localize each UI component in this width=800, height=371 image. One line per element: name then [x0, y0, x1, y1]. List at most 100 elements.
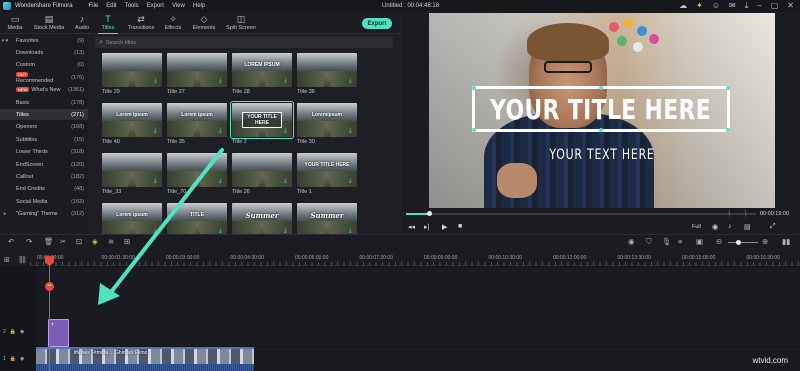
menu-edit[interactable]: Edit: [106, 3, 116, 9]
resize-handle[interactable]: [472, 128, 476, 132]
title-thumbnail[interactable]: Loremipsum ⤓: [297, 103, 357, 137]
lightbulb-icon[interactable]: ✦: [696, 1, 703, 11]
menu-help[interactable]: Help: [193, 3, 205, 9]
play-icon[interactable]: ▶: [442, 223, 447, 231]
prev-frame-icon[interactable]: ◂◂: [408, 223, 415, 231]
sidebar-category[interactable]: Subtitles (15): [0, 134, 88, 145]
export-button[interactable]: Export: [362, 18, 392, 29]
pause-icon[interactable]: ▮▮: [782, 237, 790, 246]
crop-icon[interactable]: ⊡: [76, 237, 82, 246]
close-icon[interactable]: ✕: [787, 1, 794, 11]
tab-audio[interactable]: ♪ Audio: [72, 14, 92, 31]
title-clip[interactable]: T: [48, 319, 69, 347]
title-thumbnail[interactable]: Lorem ipsum ⤓: [102, 203, 162, 237]
tab-split-screen[interactable]: ◫ Split Screen: [224, 14, 258, 31]
stop-icon[interactable]: ■: [458, 223, 462, 230]
title-thumbnail[interactable]: ⤓: [102, 153, 162, 187]
sidebar-category[interactable]: Custom (0): [0, 60, 88, 71]
redo-icon[interactable]: ↷: [26, 237, 32, 246]
title-thumbnail[interactable]: Summer ⤓: [297, 203, 357, 237]
volume-icon[interactable]: ♪: [728, 223, 732, 230]
title-thumbnail[interactable]: TITLE ⤓: [167, 203, 227, 237]
download-icon[interactable]: ⤓: [284, 228, 289, 234]
snapshot-icon[interactable]: ◉: [712, 223, 718, 231]
menu-export[interactable]: Export: [147, 3, 164, 9]
download-icon[interactable]: ⤓: [154, 78, 159, 84]
title-thumbnail[interactable]: YOUR TITLE HERE ⤓: [297, 153, 357, 187]
download-icon[interactable]: ⤓: [219, 78, 224, 84]
title-thumbnail[interactable]: ⤓: [102, 53, 162, 87]
download-icon[interactable]: ⤓: [284, 128, 289, 134]
sidebar-category[interactable]: NEW What's New (1361): [0, 85, 88, 96]
menu-file[interactable]: File: [89, 3, 99, 9]
zoom-in-icon[interactable]: ⊕: [762, 237, 768, 246]
sidebar-category[interactable]: Basic (178): [0, 97, 88, 108]
tab-stock-media[interactable]: ▤ Stock Media: [30, 14, 68, 31]
title-track-lane[interactable]: [36, 319, 800, 346]
title-thumbnail[interactable]: YOUR TITLE HERE ⤓: [230, 101, 294, 139]
download-icon[interactable]: ⤓: [154, 128, 159, 134]
download-icon[interactable]: ⤓: [349, 78, 354, 84]
download-icon[interactable]: ⤓: [284, 178, 289, 184]
maximize-icon[interactable]: ▢: [771, 1, 779, 11]
download-icon[interactable]: ⤓: [154, 228, 159, 234]
sidebar-category[interactable]: Social Media (162): [0, 196, 88, 207]
title-thumbnail[interactable]: LOREM IPSUM ⤓: [232, 53, 292, 87]
download-icon[interactable]: ⤓: [219, 228, 224, 234]
sidebar-category[interactable]: End Credits (48): [0, 184, 88, 195]
color-icon[interactable]: ◈: [92, 237, 98, 246]
quality-select[interactable]: Full: [692, 224, 701, 230]
download-icon[interactable]: ⤓: [154, 178, 159, 184]
preview-scrubber[interactable]: [406, 211, 756, 216]
title-thumbnail[interactable]: ⤓: [167, 153, 227, 187]
resize-handle[interactable]: [599, 128, 603, 132]
message-icon[interactable]: ✉: [729, 1, 736, 11]
resize-handle[interactable]: [472, 86, 476, 90]
cut-icon[interactable]: ✂: [60, 237, 66, 246]
eye-icon[interactable]: ◉: [20, 329, 24, 335]
tab-titles[interactable]: T Titles: [98, 14, 118, 34]
title-thumbnail[interactable]: Summer ⤓: [232, 203, 292, 237]
sidebar-category[interactable]: ▸ "Gaming" Theme (312): [0, 209, 88, 220]
account-icon[interactable]: ☺: [712, 1, 720, 11]
scissors-icon[interactable]: ✂: [45, 282, 54, 291]
download-icon[interactable]: ⤓: [349, 128, 354, 134]
sidebar-category[interactable]: EndScreen (120): [0, 159, 88, 170]
download-icon[interactable]: ⤓: [284, 78, 289, 84]
title-thumbnail[interactable]: Lorem ipsum ⤓: [102, 103, 162, 137]
scrubber-knob[interactable]: [426, 211, 432, 216]
zoom-out-icon[interactable]: ⊖: [716, 237, 722, 246]
zoom-slider-knob[interactable]: [736, 240, 741, 245]
sidebar-category[interactable]: ▾ ♥ Favorites (9): [0, 35, 88, 46]
sidebar-category[interactable]: Lower Thirds (318): [0, 147, 88, 158]
title-thumbnail[interactable]: Lorem ipsum ⤓: [167, 103, 227, 137]
render-icon[interactable]: ▤: [744, 223, 751, 231]
mic-icon[interactable]: 🎙: [662, 237, 672, 246]
add-track-icon[interactable]: ⊞: [4, 256, 10, 264]
tab-effects[interactable]: ✧ Effects: [162, 14, 184, 31]
minimize-icon[interactable]: –: [757, 1, 761, 11]
download-icon[interactable]: ⤓: [349, 228, 354, 234]
tab-elements[interactable]: ◇ Elements: [190, 14, 218, 31]
resize-handle[interactable]: [599, 86, 603, 90]
download-icon[interactable]: ⤓: [349, 178, 354, 184]
zoom-slider[interactable]: [728, 242, 758, 243]
sidebar-category[interactable]: Callout (182): [0, 171, 88, 182]
menu-view[interactable]: View: [172, 3, 185, 9]
preview-viewer[interactable]: YOUR TITLE HERE YOUR TEXT HERE: [429, 13, 775, 208]
resize-handle[interactable]: [726, 128, 730, 132]
download-icon[interactable]: ⤓: [219, 178, 224, 184]
sidebar-category[interactable]: Titles (271): [0, 109, 88, 121]
sidebar-category[interactable]: HOTRecommended (176): [0, 71, 88, 84]
preview-title-text[interactable]: YOUR TITLE HERE: [491, 93, 712, 126]
resize-handle[interactable]: [726, 86, 730, 90]
undo-icon[interactable]: ↶: [8, 237, 14, 246]
audio-mixer-icon[interactable]: ⊞: [124, 237, 130, 246]
fullscreen-icon[interactable]: ⤢: [770, 223, 776, 231]
tab-media[interactable]: ▭ Media: [4, 14, 26, 31]
speed-icon[interactable]: ≋: [108, 237, 114, 246]
video-clip[interactable]: iffenies Fitmora ... Ghindes Filmo: [36, 347, 254, 364]
eye-icon[interactable]: ◉: [20, 356, 24, 362]
download-icon[interactable]: ⤓: [745, 1, 749, 11]
lock-icon[interactable]: 🔒: [10, 329, 16, 335]
